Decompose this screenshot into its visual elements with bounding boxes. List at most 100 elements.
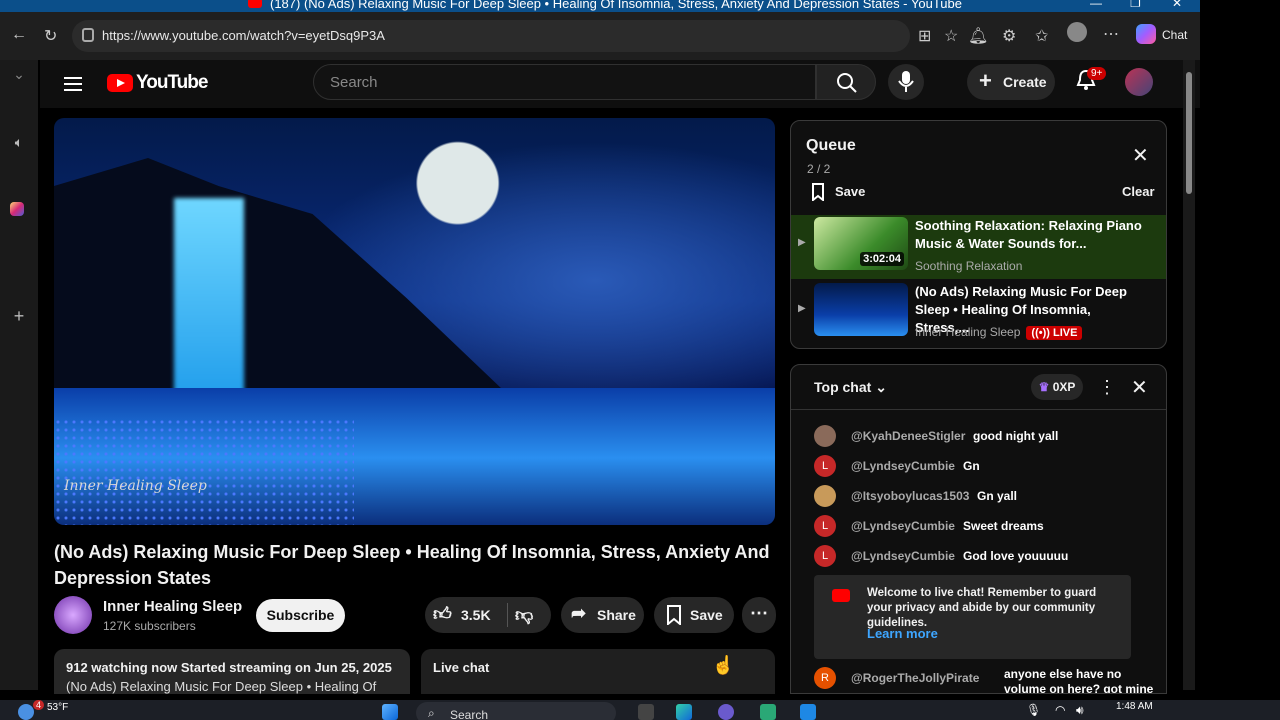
minimize-icon[interactable]: —	[1090, 0, 1102, 10]
create-button[interactable]: + Create	[967, 64, 1055, 100]
queue-clear-button[interactable]: Clear	[1122, 184, 1155, 199]
instagram-icon[interactable]	[10, 202, 24, 216]
chat-mode-label: Top chat	[814, 379, 872, 395]
chat-author: @LyndseyCumbie	[851, 459, 955, 473]
youtube-logo[interactable]: YouTube	[107, 72, 208, 94]
edge-icon[interactable]	[676, 704, 692, 720]
plus-icon: +	[979, 68, 992, 93]
like-icon[interactable]: 👍︎	[433, 603, 452, 625]
subscriber-count: 127K subscribers	[103, 619, 196, 633]
more-menu-icon[interactable]: ⋯	[1103, 24, 1119, 44]
dislike-icon[interactable]: 👎︎	[515, 604, 533, 626]
extensions-icon[interactable]: ⚙	[1002, 26, 1016, 46]
queue-item-title: Soothing Relaxation: Relaxing Piano Musi…	[915, 218, 1142, 251]
profile-icon[interactable]	[1067, 22, 1087, 42]
like-dislike-group: 👍︎ 3.5K 👎︎	[425, 597, 551, 633]
microphone-icon[interactable]: 🎙︎	[1026, 703, 1041, 717]
favorite-star-icon[interactable]: ☆	[944, 26, 958, 46]
video-watermark: Inner Healing Sleep	[64, 478, 207, 494]
chat-mode-dropdown[interactable]: Top chat ⌄	[814, 379, 887, 396]
notifications-icon[interactable]: 🔔︎	[968, 26, 988, 46]
browser-toolbar: ← ↻ https://www.youtube.com/watch?v=eyet…	[0, 12, 1200, 60]
account-avatar[interactable]	[1125, 68, 1153, 96]
crown-icon: ♛	[1038, 380, 1050, 394]
chat-avatar: R	[814, 667, 836, 689]
taskbar-search-label: Search	[450, 708, 489, 720]
volume-icon[interactable]: 🔊︎	[1076, 703, 1084, 718]
chat-panel: Top chat ⌄ ♛ 0XP ⋮ ✕ @KyahDeneeStigler go…	[790, 364, 1167, 694]
favorites-icon[interactable]: ✩	[1035, 26, 1048, 46]
copilot-chat-label[interactable]: Chat	[1162, 28, 1187, 42]
scrollbar-thumb[interactable]	[1186, 72, 1192, 194]
url-text: https://www.youtube.com/watch?v=eyetDsq9…	[102, 28, 385, 43]
share-button[interactable]: ➦ Share	[561, 597, 644, 633]
chat-avatar: L	[814, 455, 836, 477]
close-chat-icon[interactable]: ✕	[1131, 375, 1148, 400]
app-icon[interactable]	[800, 704, 816, 720]
video-description[interactable]: 912 watching now Started streaming on Ju…	[54, 649, 410, 694]
chat-text: Sweet dreams	[963, 519, 1044, 533]
more-vertical-icon[interactable]: ⋮	[1098, 377, 1116, 398]
windows-start-icon[interactable]	[382, 704, 398, 720]
add-icon[interactable]: +	[10, 306, 28, 326]
discord-icon[interactable]	[718, 704, 734, 720]
search-placeholder: Search	[330, 74, 378, 91]
save-button[interactable]: Save	[654, 597, 734, 633]
close-window-icon[interactable]: ✕	[1172, 0, 1182, 10]
video-player[interactable]: Inner Healing Sleep	[54, 118, 775, 525]
copilot-icon[interactable]	[1136, 24, 1156, 44]
channel-avatar[interactable]	[54, 596, 92, 634]
live-badge: ((•)) LIVE	[1026, 326, 1083, 340]
chat-text: good night yall	[973, 429, 1059, 443]
wifi-icon[interactable]: ◠	[1055, 703, 1065, 717]
app-icon[interactable]	[760, 704, 776, 720]
speaker-icon[interactable]: 🔈︎	[10, 134, 28, 152]
chat-avatar	[814, 485, 836, 507]
queue-item-channel-name: Inner Healing Sleep	[915, 325, 1021, 339]
more-actions-button[interactable]: ⋯	[742, 597, 776, 633]
page-scrollbar[interactable]	[1183, 60, 1195, 690]
voice-search-button[interactable]	[888, 64, 924, 100]
mouse-cursor-icon: ☝	[712, 655, 735, 675]
notification-badge: 9+	[1087, 67, 1107, 80]
chat-author: @RogerTheJollyPirate	[851, 671, 980, 685]
address-bar[interactable]: https://www.youtube.com/watch?v=eyetDsq9…	[72, 20, 910, 52]
queue-item-channel: Inner Healing Sleep ((•)) LIVE	[915, 325, 1083, 340]
chevron-down-icon[interactable]: ⌄	[10, 66, 28, 84]
taskbar-clock[interactable]: 1:48 AM	[1116, 701, 1153, 712]
window-title: (187) (No Ads) Relaxing Music For Deep S…	[270, 0, 962, 11]
chat-text: Gn	[963, 459, 980, 473]
video-title: (No Ads) Relaxing Music For Deep Sleep •…	[54, 542, 770, 588]
youtube-icon	[832, 589, 850, 602]
subscribe-button[interactable]: Subscribe	[256, 599, 345, 632]
weather-icon[interactable]	[18, 704, 34, 720]
back-icon[interactable]: ←	[11, 26, 27, 44]
queue-item[interactable]: ▶ (No Ads) Relaxing Music For Deep Sleep…	[791, 281, 1166, 345]
queue-item[interactable]: ▶ 3:02:04 Soothing Relaxation: Relaxing …	[791, 215, 1166, 279]
live-badge-text: LIVE	[1052, 327, 1078, 339]
menu-icon[interactable]	[64, 73, 82, 95]
learn-more-link[interactable]: Learn more	[867, 626, 938, 641]
youtube-play-icon	[107, 74, 133, 92]
live-chat-label: Live chat	[433, 660, 490, 675]
maximize-icon[interactable]: ❐	[1130, 0, 1141, 10]
search-button[interactable]	[816, 64, 876, 100]
channel-name[interactable]: Inner Healing Sleep	[103, 598, 242, 615]
split-screen-icon[interactable]: ⊞	[918, 26, 931, 46]
search-icon	[837, 73, 857, 93]
refresh-icon[interactable]: ↻	[44, 26, 57, 46]
search-input[interactable]: Search	[313, 64, 816, 100]
chevron-down-icon: ⌄	[875, 379, 887, 395]
more-horizontal-icon: ⋯	[750, 603, 768, 623]
chat-author: @LyndseyCumbie	[851, 549, 955, 563]
save-label: Save	[690, 607, 723, 623]
close-queue-icon[interactable]: ✕	[1132, 143, 1149, 168]
like-count[interactable]: 3.5K	[461, 607, 491, 623]
microphone-icon	[898, 71, 914, 92]
description-text: (No Ads) Relaxing Music For Deep Sleep •…	[66, 679, 377, 694]
search-icon: ⌕	[428, 706, 435, 720]
xp-badge[interactable]: ♛ 0XP	[1031, 374, 1083, 400]
taskbar-search[interactable]: ⌕ Search	[416, 702, 616, 720]
task-view-icon[interactable]	[638, 704, 654, 720]
window-title-bar: (187) (No Ads) Relaxing Music For Deep S…	[0, 0, 1200, 12]
